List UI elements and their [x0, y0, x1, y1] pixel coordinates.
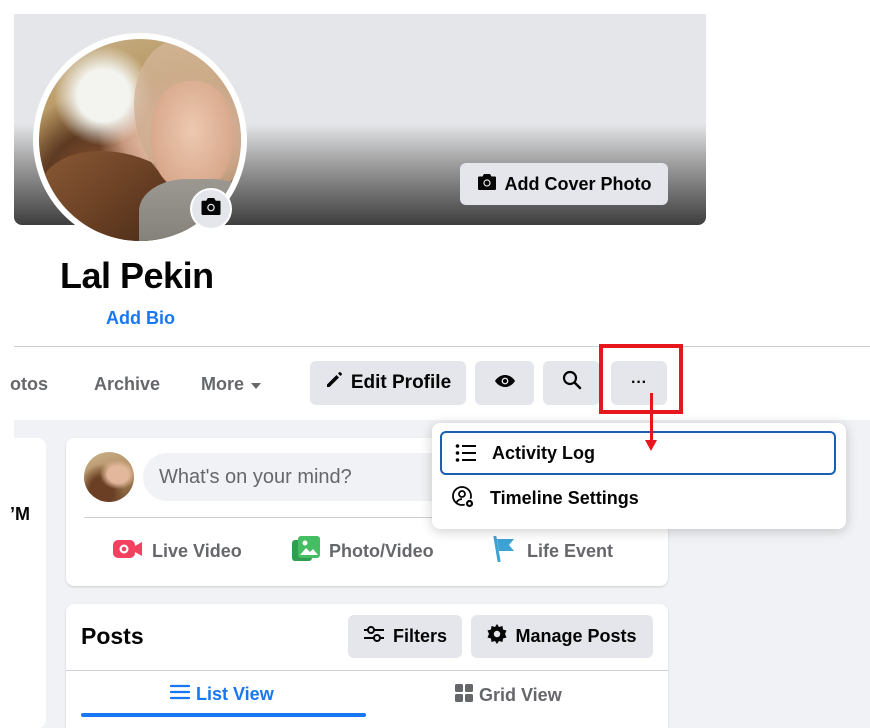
add-cover-photo-label: Add Cover Photo [504, 173, 652, 194]
intro-card-fragment: ’M [10, 504, 30, 524]
active-tab-indicator [81, 713, 366, 717]
search-profile-button[interactable] [543, 361, 600, 405]
grid-view-label: Grid View [479, 685, 562, 705]
camera-icon [477, 173, 497, 196]
tab-list-view[interactable]: List View [169, 684, 274, 705]
view-as-button[interactable] [475, 361, 534, 405]
list-icon [454, 441, 478, 465]
edit-profile-button[interactable]: Edit Profile [310, 361, 466, 405]
pencil-icon [325, 371, 343, 395]
menu-item-label: Timeline Settings [490, 487, 639, 508]
tab-more[interactable]: More [201, 374, 262, 395]
caret-down-icon [250, 374, 262, 395]
tab-grid-view[interactable]: Grid View [455, 684, 562, 707]
filters-label: Filters [392, 626, 448, 646]
life-event-button[interactable]: Life Event [492, 535, 614, 567]
menu-item-timeline-settings[interactable]: Timeline Settings [440, 476, 836, 520]
edit-profile-label: Edit Profile [350, 372, 452, 393]
photo-video-label: Photo/Video [329, 540, 434, 561]
annotation-highlight-box [599, 344, 683, 414]
live-video-label: Live Video [152, 540, 242, 561]
user-gear-icon [452, 486, 476, 510]
photo-icon [292, 535, 320, 567]
tab-photos[interactable]: otos [10, 374, 48, 395]
grid-icon [455, 684, 473, 707]
tab-archive[interactable]: Archive [94, 374, 160, 395]
filters-button[interactable]: Filters [348, 615, 462, 658]
posts-divider [66, 670, 668, 671]
composer-avatar[interactable] [84, 452, 134, 502]
list-view-label: List View [196, 684, 274, 704]
add-cover-photo-button[interactable]: Add Cover Photo [460, 163, 668, 205]
add-bio-link[interactable]: Add Bio [106, 308, 175, 329]
update-profile-picture-button[interactable] [190, 188, 232, 230]
manage-posts-label: Manage Posts [515, 626, 637, 646]
flag-icon [492, 535, 518, 567]
tab-more-label: More [201, 374, 245, 394]
sliders-icon [363, 626, 385, 647]
search-icon [562, 370, 582, 396]
live-video-button[interactable]: Live Video [113, 536, 242, 566]
list-lines-icon [169, 684, 191, 705]
annotation-arrow-head [645, 440, 657, 451]
menu-item-activity-log[interactable]: Activity Log [440, 431, 836, 475]
posts-title: Posts [81, 623, 144, 649]
life-event-label: Life Event [527, 540, 614, 561]
intro-card [14, 438, 46, 728]
manage-posts-button[interactable]: Manage Posts [471, 615, 653, 658]
menu-item-label: Activity Log [492, 442, 596, 463]
eye-icon [494, 372, 516, 394]
gear-icon [487, 624, 507, 649]
live-video-icon [113, 538, 143, 565]
photo-video-button[interactable]: Photo/Video [292, 535, 434, 567]
profile-name: Lal Pekin [60, 255, 214, 296]
camera-icon [200, 197, 222, 221]
annotation-arrow-line [650, 393, 653, 443]
profile-page: Add Cover Photo Lal Pekin Add Bio otos A… [0, 0, 870, 728]
